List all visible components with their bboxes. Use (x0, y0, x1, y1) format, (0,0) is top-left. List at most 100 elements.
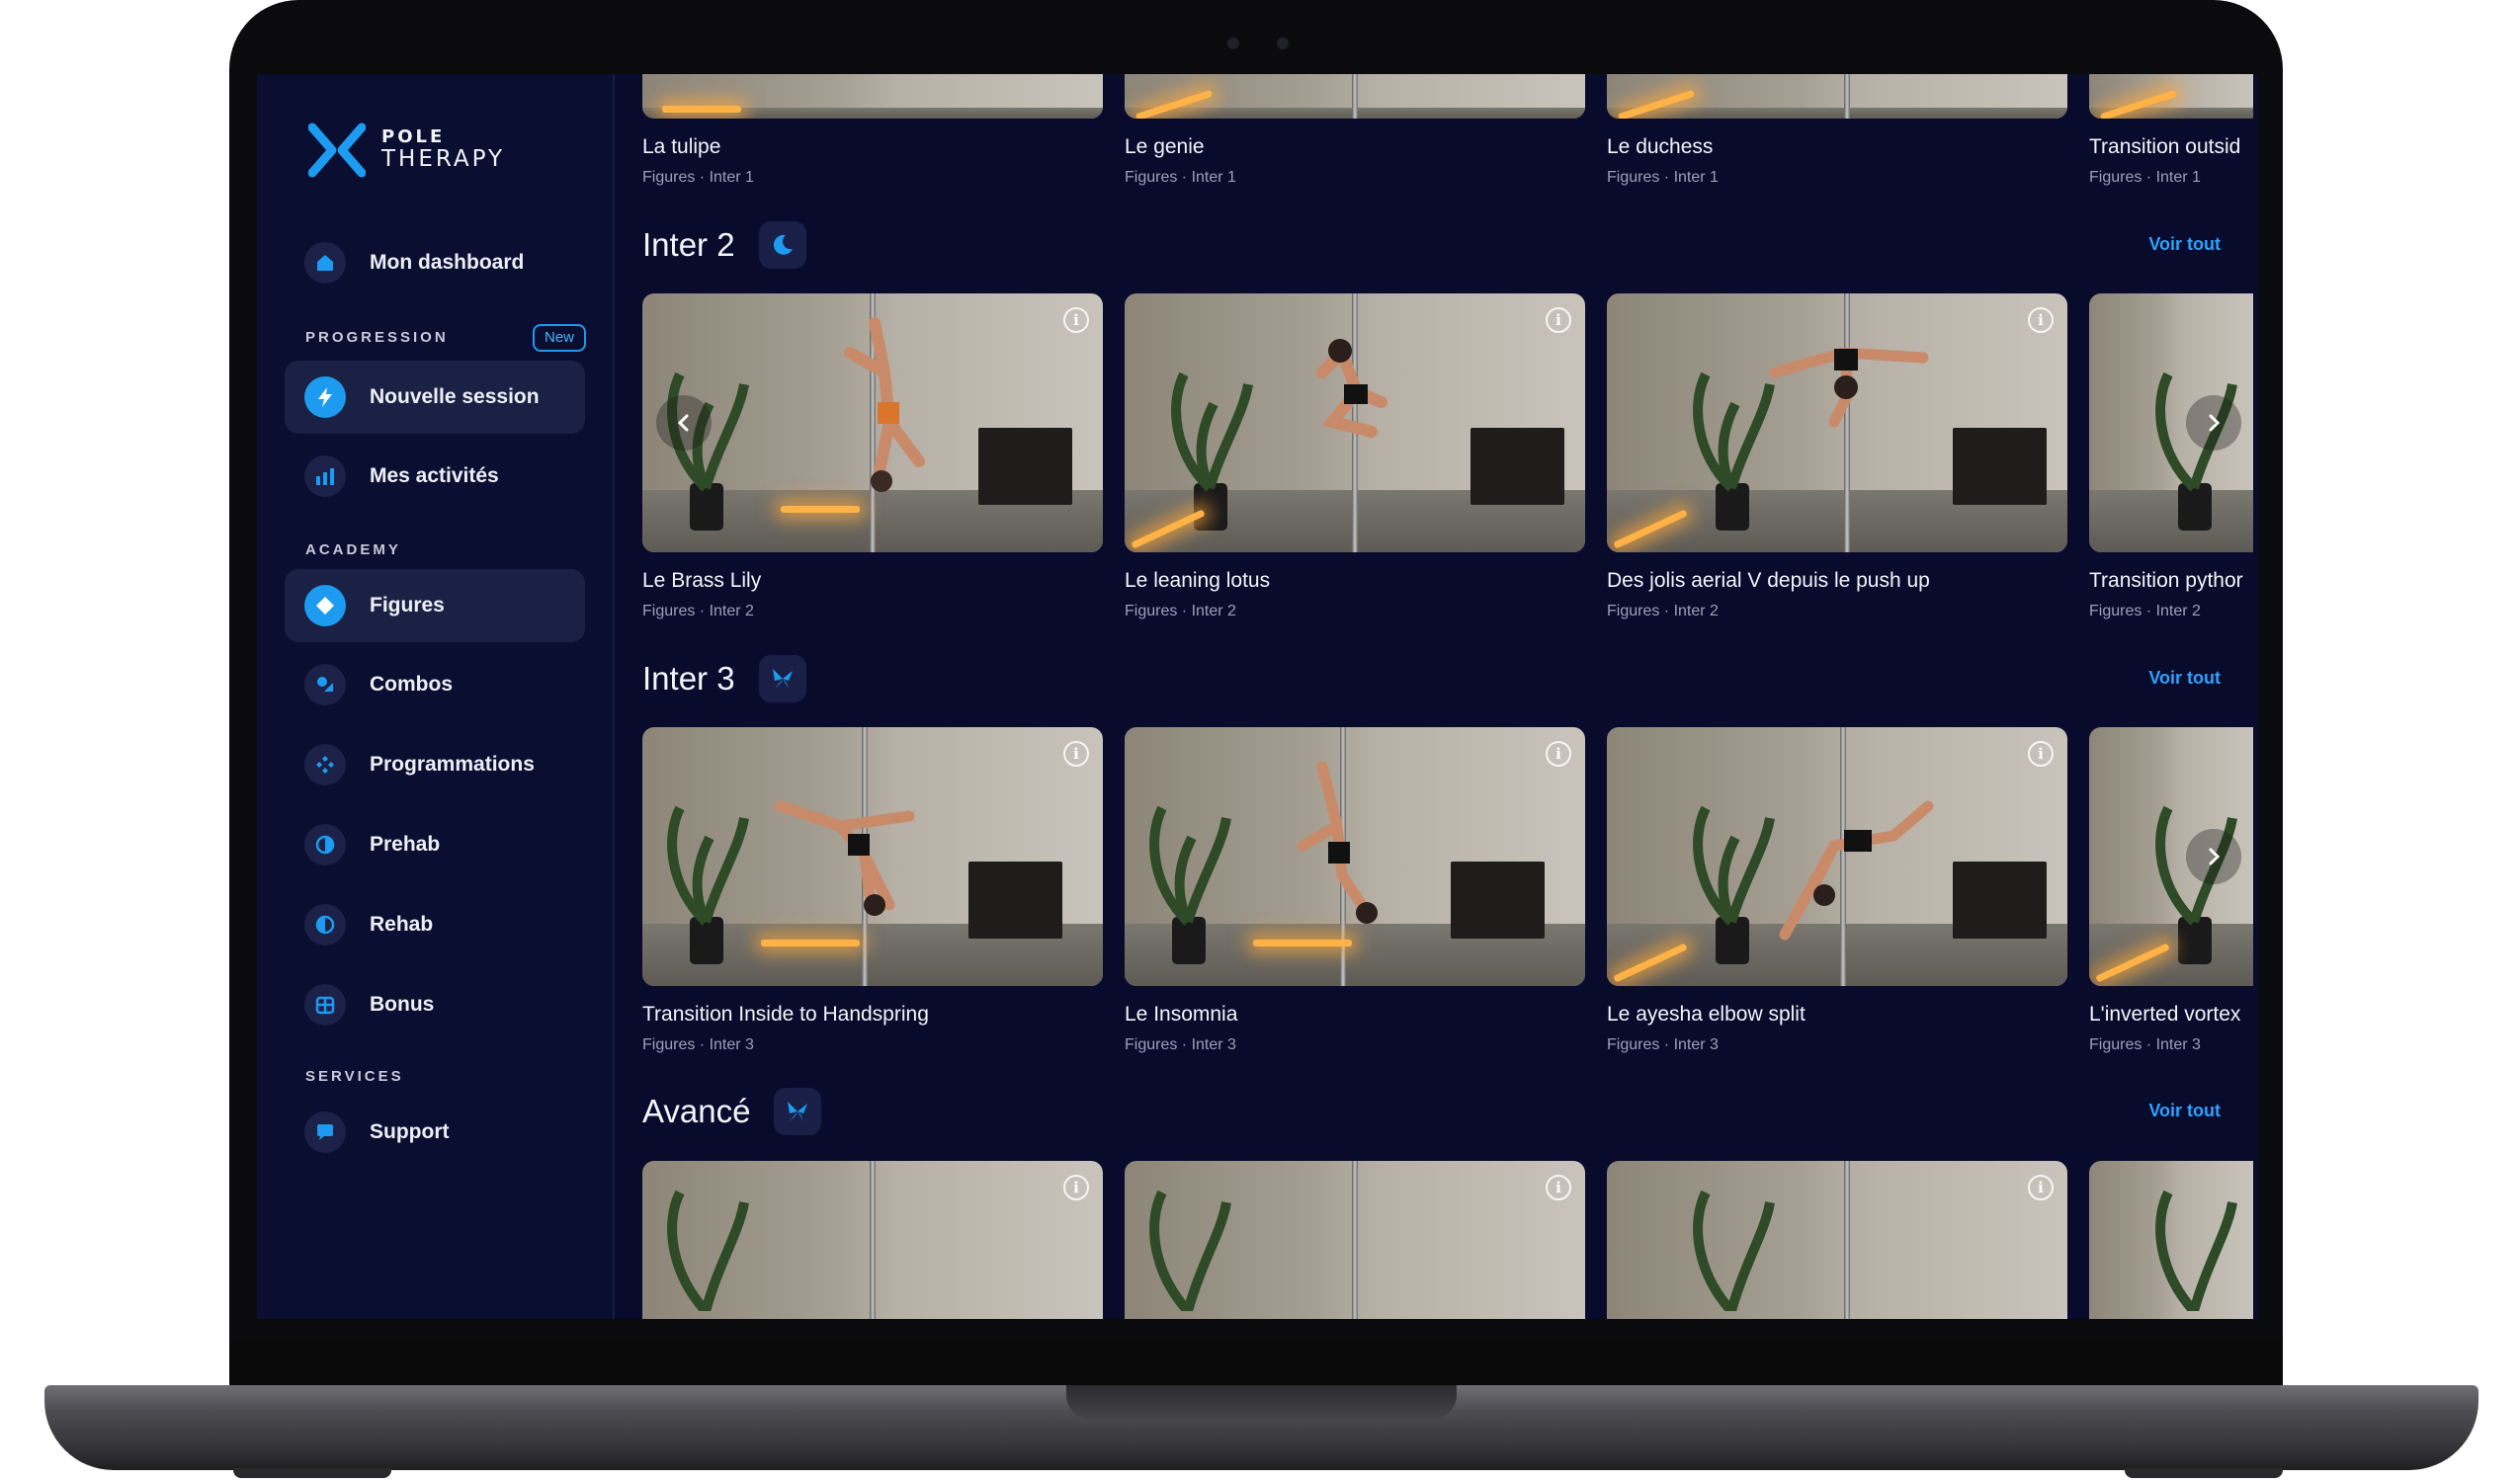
card-title: Transition pythor (2089, 569, 2243, 592)
figure-card[interactable]: i (1125, 1161, 1585, 1319)
nav-label: Mes activités (370, 464, 499, 487)
voir-tout-link[interactable]: Voir tout (2148, 668, 2221, 689)
figure-card[interactable]: La tulipe Figures · Inter 1 (642, 74, 1103, 187)
video-thumbnail: i (642, 1161, 1103, 1319)
laptop-foot (2125, 1468, 2283, 1478)
card-title: Le ayesha elbow split (1607, 1003, 1806, 1026)
info-icon[interactable]: i (1063, 1175, 1089, 1200)
grid-icon (304, 744, 346, 785)
brand-name: POLE THERAPY (381, 126, 506, 173)
info-icon[interactable]: i (2028, 1175, 2054, 1200)
nav-label: Mon dashboard (370, 251, 525, 274)
info-icon[interactable]: i (1546, 741, 1571, 767)
info-icon[interactable]: i (2028, 307, 2054, 333)
nav-prehab[interactable]: Prehab (285, 808, 585, 881)
card-meta: Figures · Inter 3 (1125, 1036, 1236, 1053)
info-icon[interactable]: i (2028, 741, 2054, 767)
brand-logo[interactable]: POLE THERAPY (308, 122, 505, 179)
figure-card[interactable]: Transition pythor Figures · Inter 2 (2089, 293, 2253, 620)
nav-mon-dashboard[interactable]: Mon dashboard (285, 226, 585, 299)
section-header-inter-3: Inter 3 (642, 654, 806, 703)
card-title: La tulipe (642, 135, 721, 158)
section-header-avance: Avancé (642, 1087, 822, 1136)
carousel-next-button[interactable] (2186, 829, 2241, 884)
info-icon[interactable]: i (1546, 307, 1571, 333)
carousel-next-button[interactable] (2186, 395, 2241, 451)
card-title: Le genie (1125, 135, 1205, 158)
nav-label: Figures (370, 594, 445, 617)
card-title: Le Insomnia (1125, 1003, 1238, 1026)
figure-card[interactable]: i Le leaning lotus Figures · Inter 2 (1125, 293, 1585, 620)
figure-card[interactable]: Le genie Figures · Inter 1 (1125, 74, 1585, 187)
figure-card[interactable]: Le duchess Figures · Inter 1 (1607, 74, 2067, 187)
chat-icon (304, 1112, 346, 1153)
card-meta: Figures · Inter 1 (1607, 169, 1719, 186)
section-header-inter-2: Inter 2 (642, 220, 806, 270)
nav-mes-activites[interactable]: Mes activités (285, 440, 585, 513)
combo-icon (304, 664, 346, 705)
lightning-icon (304, 376, 346, 418)
diamond-icon (304, 585, 346, 626)
carousel-prev-button[interactable] (656, 395, 712, 451)
video-thumbnail: i (642, 727, 1103, 986)
card-title: L'inverted vortex (2089, 1003, 2241, 1026)
nav-bonus[interactable]: Bonus (285, 968, 585, 1041)
card-meta: Figures · Inter 1 (1125, 169, 1236, 186)
card-title: Transition outsid (2089, 135, 2241, 158)
card-meta: Figures · Inter 1 (2089, 169, 2201, 186)
brand-line-1: POLE (381, 126, 446, 148)
video-thumbnail: i (1607, 727, 2067, 986)
chevron-right-icon (2209, 848, 2221, 865)
section-services-label: SERVICES (305, 1068, 404, 1085)
card-title: Le Brass Lily (642, 569, 762, 592)
laptop-chin (229, 1339, 2283, 1388)
half-circle-icon (304, 904, 346, 946)
video-thumbnail: i (1607, 1161, 2067, 1319)
figure-card[interactable]: i Le Brass Lily Figures · Inter 2 (642, 293, 1103, 620)
section-progression-label: PROGRESSION (305, 329, 449, 346)
figure-card[interactable]: i (642, 1161, 1103, 1319)
card-title: Des jolis aerial V depuis le push up (1607, 569, 1930, 592)
card-title: Le leaning lotus (1125, 569, 1271, 592)
figure-card[interactable]: i Des jolis aerial V depuis le push up F… (1607, 293, 2067, 620)
nav-label: Combos (370, 673, 453, 696)
info-icon[interactable]: i (1063, 307, 1089, 333)
nav-support[interactable]: Support (285, 1096, 585, 1169)
figure-card[interactable] (2089, 1161, 2253, 1319)
brand-line-2: THERAPY (381, 146, 506, 173)
nav-programmations[interactable]: Programmations (285, 728, 585, 801)
laptop-foot (233, 1468, 391, 1478)
pole-therapy-logo-icon (308, 123, 366, 178)
figure-card[interactable]: i Le ayesha elbow split Figures · Inter … (1607, 727, 2067, 1054)
video-thumbnail (642, 74, 1103, 119)
voir-tout-link[interactable]: Voir tout (2148, 234, 2221, 255)
figure-card[interactable]: Transition outsid Figures · Inter 1 (2089, 74, 2253, 187)
section-academy-label: ACADEMY (305, 541, 401, 558)
bar-chart-icon (304, 455, 346, 497)
nav-figures[interactable]: Figures (285, 569, 585, 642)
figure-card[interactable]: L'inverted vortex Figures · Inter 3 (2089, 727, 2253, 1054)
card-title: Le duchess (1607, 135, 1714, 158)
video-thumbnail: i (1125, 293, 1585, 552)
voir-tout-link[interactable]: Voir tout (2148, 1101, 2221, 1121)
video-thumbnail (1607, 74, 2067, 119)
section-title: Inter 3 (642, 660, 735, 697)
sidebar: POLE THERAPY Mon dashboard PROGRESSION N… (257, 74, 615, 1319)
nav-label: Nouvelle session (370, 385, 540, 408)
nav-nouvelle-session[interactable]: Nouvelle session (285, 361, 585, 434)
video-thumbnail: i (1607, 293, 2067, 552)
info-icon[interactable]: i (1546, 1175, 1571, 1200)
figure-card[interactable]: i (1607, 1161, 2067, 1319)
figure-card[interactable]: i Transition Inside to Handspring Figure… (642, 727, 1103, 1054)
nav-combos[interactable]: Combos (285, 648, 585, 721)
main-content: La tulipe Figures · Inter 1 Le genie Fig… (617, 74, 2258, 1319)
camera-dot (1227, 38, 1239, 49)
laptop-notch (1066, 1385, 1457, 1419)
figure-card[interactable]: i Le Insomnia Figures · Inter 3 (1125, 727, 1585, 1054)
chevron-left-icon (677, 414, 689, 432)
butterfly-icon (758, 655, 806, 702)
info-icon[interactable]: i (1063, 741, 1089, 767)
nav-rehab[interactable]: Rehab (285, 888, 585, 961)
nav-label: Support (370, 1120, 450, 1143)
video-thumbnail (2089, 293, 2253, 552)
